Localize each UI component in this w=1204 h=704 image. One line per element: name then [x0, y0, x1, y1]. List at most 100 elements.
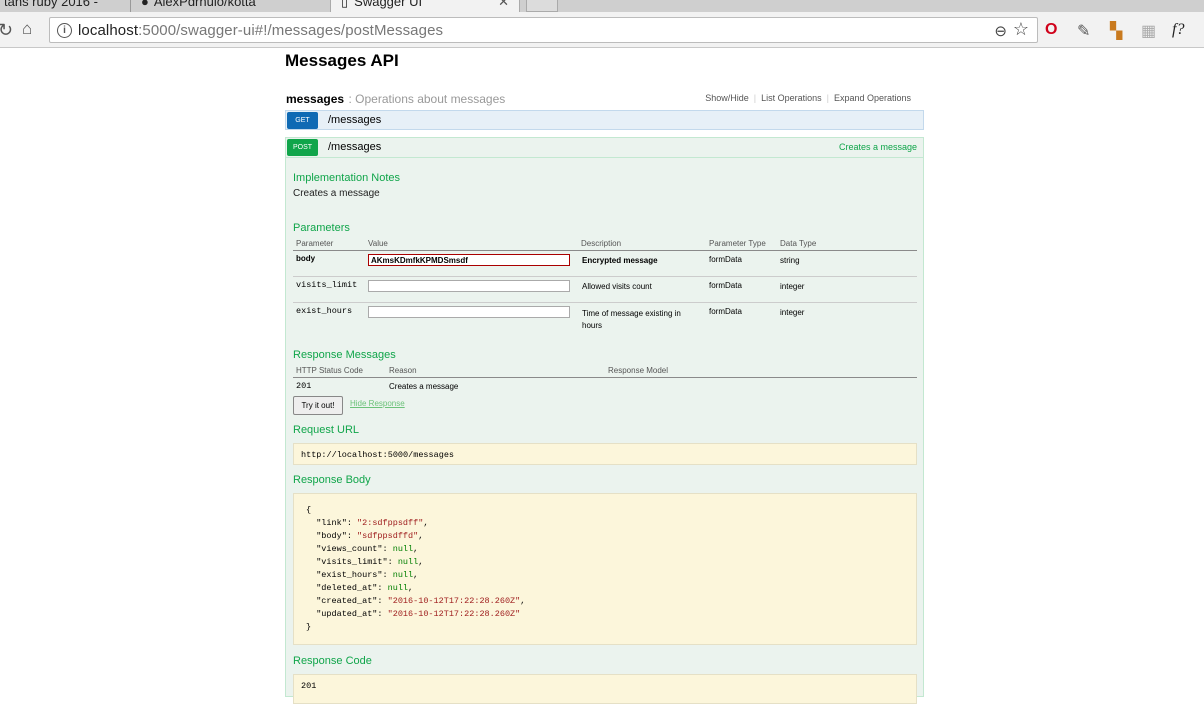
json-open-brace: { — [306, 505, 312, 515]
resource-name[interactable]: messages — [286, 92, 344, 106]
resource-operations: Show/Hide | List Operations | Expand Operati… — [700, 93, 916, 103]
column-header: Description — [581, 239, 622, 248]
json-key: "link" — [316, 518, 347, 528]
status-reason: Creates a message — [389, 382, 459, 391]
row-divider — [293, 276, 917, 277]
param-type: formData — [709, 281, 742, 290]
new-tab-button[interactable] — [526, 0, 558, 12]
json-value: null — [397, 557, 419, 567]
operation-path[interactable]: /messages — [328, 141, 381, 153]
zoom-icon[interactable]: ⊖ — [994, 22, 1007, 40]
json-field-line: "created_at": "2016-10-12T17:22:28.260Z"… — [316, 596, 526, 606]
json-key: "created_at" — [316, 596, 378, 606]
json-value: null — [392, 544, 414, 554]
resource-header: messages : Operations about messages Sho… — [286, 90, 916, 108]
table-rule — [293, 377, 917, 378]
post-verb-badge[interactable]: POST — [287, 139, 318, 156]
json-key: "updated_at" — [316, 609, 378, 619]
json-value: null — [392, 570, 414, 580]
json-key: "views_count" — [316, 544, 383, 554]
json-comma: , — [520, 596, 526, 606]
column-header: Response Model — [608, 366, 669, 375]
browser-toolbar: ↻ ⌂ i localhost:5000/swagger-ui#!/messag… — [0, 12, 1204, 48]
reload-icon[interactable]: ↻ — [0, 20, 13, 41]
request-url-value: http://localhost:5000/messages — [301, 450, 455, 460]
formula-extension-icon[interactable]: f? — [1172, 21, 1184, 39]
expand-operations-link[interactable]: Expand Operations — [829, 93, 916, 103]
tab-strip: tans ruby 2016 - ● AlexPdrnulo/kotta ▯ Swa… — [0, 0, 1204, 12]
json-value: "2016-10-12T17:22:28.260Z" — [387, 609, 521, 619]
post-operation: POST /messages Creates a message Impleme… — [285, 137, 924, 704]
column-header: HTTP Status Code — [296, 366, 363, 375]
param-name: body — [296, 254, 316, 263]
page-icon: ▯ — [341, 0, 349, 9]
opera-icon[interactable]: O — [1045, 21, 1057, 39]
request-url-heading: Request URL — [293, 424, 360, 436]
param-data-type: integer — [780, 282, 805, 291]
parameters-heading: Parameters — [293, 222, 350, 234]
url-text: localhost:5000/swagger-ui#!/messages/pos… — [78, 22, 443, 39]
param-name: exist_hours — [296, 306, 353, 316]
json-comma: , — [408, 583, 414, 593]
page-title: Messages API — [285, 51, 399, 70]
json-field-line: "updated_at": "2016-10-12T17:22:28.260Z" — [316, 609, 521, 619]
column-header: Reason — [389, 366, 417, 375]
url-rest: :5000/swagger-ui#!/messages/postMessages — [138, 21, 444, 39]
visits-limit-input[interactable] — [368, 280, 570, 292]
row-divider — [293, 302, 917, 303]
tab-github[interactable]: ● AlexPdrnulo/kotta — [130, 0, 340, 12]
json-value: null — [387, 583, 409, 593]
param-name: visits_limit — [296, 280, 358, 290]
address-bar[interactable]: i localhost:5000/swagger-ui#!/messages/p… — [49, 17, 1038, 43]
table-rule — [293, 250, 917, 251]
extension-icon[interactable]: ▚ — [1110, 21, 1122, 41]
info-icon[interactable]: i — [57, 22, 72, 38]
param-description: Allowed visits count — [582, 282, 652, 291]
close-icon[interactable]: ✕ — [498, 0, 509, 10]
implementation-notes-heading: Implementation Notes — [293, 172, 400, 184]
json-comma: , — [423, 518, 429, 528]
param-data-type: string — [780, 256, 800, 265]
tab-label: AlexPdrnulo/kotta — [153, 0, 256, 9]
list-operations-link[interactable]: List Operations — [756, 93, 827, 103]
try-it-out-button[interactable]: Try it out! — [293, 396, 343, 415]
json-field-line: "body": "sdfppsdffd", — [316, 531, 424, 541]
json-field-line: "visits_limit": null, — [316, 557, 424, 567]
json-key: "visits_limit" — [316, 557, 388, 567]
get-verb-badge[interactable]: GET — [287, 112, 318, 129]
response-code-value: 201 — [301, 681, 317, 691]
param-type: formData — [709, 255, 742, 264]
status-code: 201 — [296, 381, 312, 391]
json-field-line: "link": "2:sdfppsdff", — [316, 518, 429, 528]
eyedropper-icon[interactable]: ✎ — [1077, 21, 1090, 41]
response-messages-heading: Response Messages — [293, 349, 396, 361]
tab-label: tans ruby 2016 - — [4, 0, 98, 9]
hide-response-link[interactable]: Hide Response — [350, 399, 405, 408]
home-icon[interactable]: ⌂ — [22, 19, 32, 39]
url-host: localhost — [78, 21, 139, 39]
implementation-note: Creates a message — [293, 188, 380, 199]
grid-extension-icon[interactable]: ▦ — [1141, 21, 1156, 41]
json-key: "deleted_at" — [316, 583, 378, 593]
json-field-line: "views_count": null, — [316, 544, 419, 554]
tab-swagger[interactable]: ▯ Swagger UI ✕ — [330, 0, 520, 12]
json-comma: , — [413, 570, 419, 580]
response-body-box: { "link": "2:sdfppsdff", "body": "sdfpps… — [293, 493, 917, 645]
resource-description: : Operations about messages — [348, 92, 506, 106]
column-header: Parameter Type — [709, 239, 766, 248]
param-type: formData — [709, 307, 742, 316]
show-hide-link[interactable]: Show/Hide — [700, 93, 754, 103]
bookmark-star-icon[interactable]: ☆ — [1013, 19, 1029, 40]
param-description: Encrypted message — [582, 256, 658, 265]
json-value: "2:sdfppsdff" — [357, 518, 424, 528]
exist-hours-input[interactable] — [368, 306, 570, 318]
json-comma: , — [418, 557, 424, 567]
tab-ruby[interactable]: tans ruby 2016 - — [0, 0, 132, 12]
json-value: "2016-10-12T17:22:28.260Z" — [387, 596, 521, 606]
operation-path[interactable]: /messages — [328, 114, 381, 126]
operation-summary[interactable]: Creates a message — [839, 142, 917, 152]
json-key: "exist_hours" — [316, 570, 383, 580]
post-operation-bar[interactable]: POST /messages Creates a message — [286, 138, 923, 158]
body-input[interactable]: AKmsKDmfkKPMDSmsdf — [368, 254, 570, 266]
get-operation-bar[interactable]: GET /messages — [285, 110, 924, 130]
